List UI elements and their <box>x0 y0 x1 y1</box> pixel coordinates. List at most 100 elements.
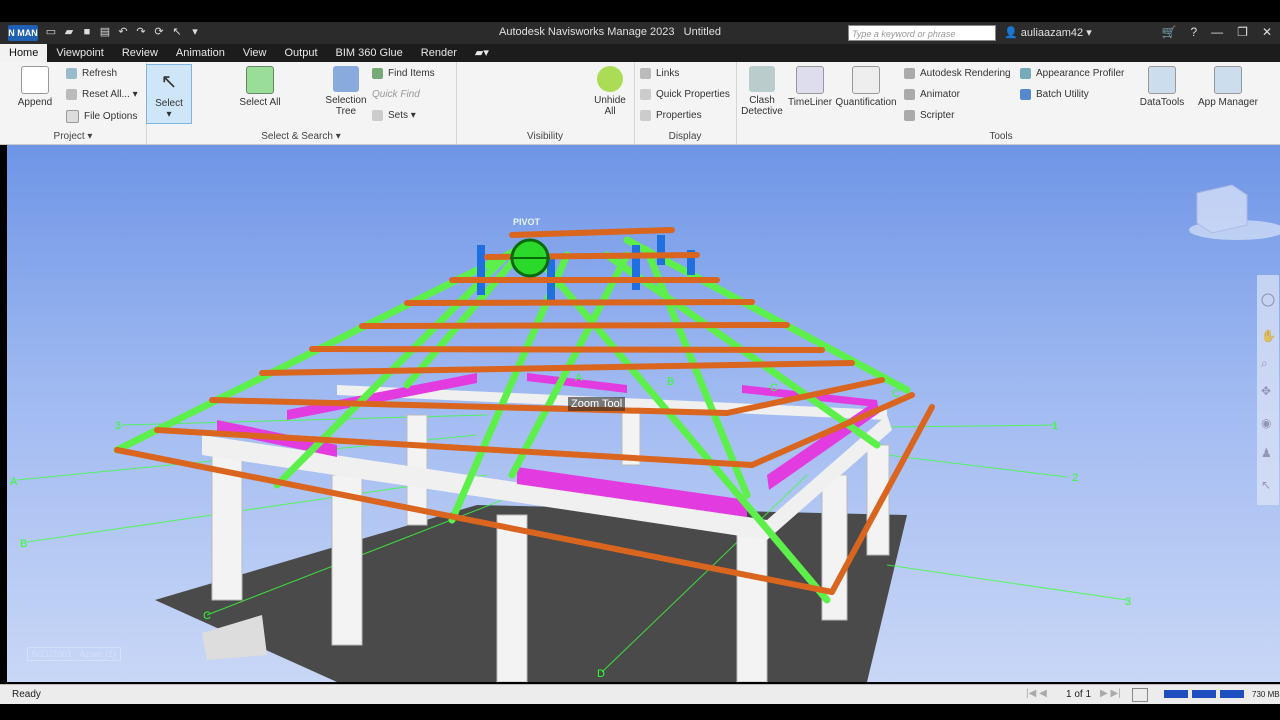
column <box>736 524 768 682</box>
group-select-search: ↖ Select ▾ Select All Selection Tree Find… <box>146 62 457 144</box>
datatools-icon <box>1148 66 1176 94</box>
svg-text:2: 2 <box>1072 472 1078 484</box>
unhide-all-button[interactable]: Unhide All <box>590 66 630 117</box>
tab-bim360[interactable]: BIM 360 Glue <box>327 44 412 62</box>
ribbon-tabs: Home Viewpoint Review Animation View Out… <box>0 44 1280 62</box>
app-manager-button[interactable]: App Manager <box>1194 66 1262 108</box>
walk-icon[interactable]: ♟ <box>1261 446 1272 460</box>
svg-text:A: A <box>10 476 18 488</box>
appearance-profiler-button[interactable]: Appearance Profiler <box>1020 68 1124 79</box>
model-scene: PIVOT 1 2 3 3 A B C D A B C C ✋ ⌕ ✥ ◉ ♟ … <box>10 184 1280 682</box>
select-cursor-big-icon: ↖ <box>160 71 178 93</box>
status-bar: Ready |◀ ◀ 1 of 1 ▶ ▶| 730 MB <box>0 684 1280 705</box>
screen-bottom-bar <box>0 704 1280 720</box>
open-icon[interactable]: ▰ <box>62 25 76 39</box>
undo-icon[interactable]: ↶ <box>116 25 130 39</box>
svg-text:3: 3 <box>115 420 121 432</box>
select-cursor-icon[interactable]: ↖ <box>170 25 184 39</box>
sheet-browser-icon[interactable] <box>1132 688 1148 702</box>
find-items-icon <box>372 68 383 79</box>
reset-all-button[interactable]: Reset All... ▾ <box>66 89 138 100</box>
user-icon: 👤 <box>1004 27 1018 39</box>
new-icon[interactable]: ▭ <box>44 25 58 39</box>
dropdown-icon[interactable]: ▾ <box>188 25 202 39</box>
column <box>866 444 890 556</box>
group-label-visibility: Visibility <box>527 131 563 142</box>
autodesk-rendering-button[interactable]: Autodesk Rendering <box>904 68 1011 79</box>
scripter-button[interactable]: Scripter <box>904 110 954 121</box>
first-page-icon[interactable]: |◀ ◀ <box>1026 688 1047 699</box>
datatools-button[interactable]: DataTools <box>1138 66 1186 108</box>
window-title: Autodesk Navisworks Manage 2023 Untitled <box>499 26 721 38</box>
print-icon[interactable]: ▤ <box>98 25 112 39</box>
tab-viewpoint[interactable]: Viewpoint <box>47 44 113 62</box>
save-icon[interactable]: ■ <box>80 25 94 39</box>
group-tools: Clash Detective TimeLiner Quantification… <box>736 62 1266 144</box>
tab-render[interactable]: Render <box>412 44 466 62</box>
tab-review[interactable]: Review <box>113 44 167 62</box>
quick-properties-icon <box>640 89 651 100</box>
svg-text:C: C <box>892 388 900 400</box>
refresh-button[interactable]: Refresh <box>66 68 117 79</box>
batch-utility-icon <box>1020 89 1031 100</box>
redo-icon[interactable]: ↷ <box>134 25 148 39</box>
performance-web-icon <box>1220 690 1244 698</box>
navigation-bar: ✋ ⌕ ✥ ◉ ♟ ↖ <box>1257 275 1279 505</box>
help-icon[interactable]: ? <box>1190 25 1197 39</box>
next-page-icon[interactable]: ▶ ▶| <box>1100 688 1121 699</box>
quantification-button[interactable]: Quantification <box>834 66 898 108</box>
app-logo[interactable]: N MAN <box>8 25 38 41</box>
performance-pencil-icon <box>1164 690 1188 698</box>
find-items-button[interactable]: Find Items <box>372 68 435 79</box>
camera-icon[interactable]: ▰▾ <box>466 44 498 62</box>
quick-find-input[interactable]: Quick Find <box>372 89 420 100</box>
watermark-label: 5/21/2001 · Azam (1) <box>27 647 122 661</box>
group-label-display: Display <box>668 131 702 142</box>
look-icon[interactable]: ◉ <box>1261 416 1271 430</box>
tab-home[interactable]: Home <box>0 44 48 62</box>
tab-view[interactable]: View <box>234 44 276 62</box>
refresh-icon[interactable]: ⟳ <box>152 25 166 39</box>
svg-text:D: D <box>597 668 605 680</box>
clash-detective-button[interactable]: Clash Detective <box>738 66 786 117</box>
animator-button[interactable]: Animator <box>904 89 960 100</box>
close-icon[interactable]: ✕ <box>1262 25 1272 39</box>
pan-icon[interactable]: ✋ <box>1261 329 1276 343</box>
view-cube[interactable] <box>1189 184 1280 240</box>
title-bar: N MAN ▭ ▰ ■ ▤ ↶ ↷ ⟳ ↖ ▾ Autodesk Naviswo… <box>0 22 1280 44</box>
3d-viewport[interactable]: PIVOT 1 2 3 3 A B C D A B C C ✋ ⌕ ✥ ◉ ♟ … <box>7 145 1280 682</box>
select-tool-icon[interactable]: ↖ <box>1261 478 1271 492</box>
cart-icon[interactable]: 🛒 <box>1162 25 1177 39</box>
timeliner-button[interactable]: TimeLiner <box>786 66 834 108</box>
svg-text:3: 3 <box>1125 596 1131 608</box>
user-account[interactable]: 👤 auliaazam42 ▾ <box>1004 26 1092 39</box>
group-label-project[interactable]: Project ▾ <box>0 131 146 142</box>
links-button[interactable]: Links <box>640 68 679 79</box>
links-icon <box>640 68 651 79</box>
svg-text:1: 1 <box>1052 420 1058 432</box>
file-options-button[interactable]: File Options <box>66 110 137 123</box>
select-button[interactable]: ↖ Select ▾ <box>146 64 192 124</box>
tab-animation[interactable]: Animation <box>167 44 234 62</box>
minimize-icon[interactable]: — <box>1211 25 1223 39</box>
timeliner-icon <box>796 66 824 94</box>
search-input[interactable]: Type a keyword or phrase <box>848 25 996 41</box>
select-all-icon <box>246 66 274 94</box>
restore-icon[interactable]: ❐ <box>1237 25 1248 39</box>
group-label-select-search[interactable]: Select & Search ▾ <box>146 131 456 142</box>
orbit-icon[interactable]: ✥ <box>1261 384 1271 398</box>
clash-detective-icon <box>749 66 775 92</box>
sets-dropdown[interactable]: Sets ▾ <box>372 110 416 121</box>
svg-text:C: C <box>770 382 778 394</box>
select-all-button[interactable]: Select All <box>238 66 282 108</box>
batch-utility-button[interactable]: Batch Utility <box>1020 89 1089 100</box>
tab-output[interactable]: Output <box>276 44 327 62</box>
quick-properties-button[interactable]: Quick Properties <box>640 89 730 100</box>
quick-access-toolbar: ▭ ▰ ■ ▤ ↶ ↷ ⟳ ↖ ▾ <box>44 25 202 39</box>
selection-tree-icon <box>333 66 359 92</box>
selection-tree-button[interactable]: Selection Tree <box>322 66 370 117</box>
properties-button[interactable]: Properties <box>640 110 702 121</box>
group-display: Links Quick Properties Properties Displa… <box>634 62 737 144</box>
append-button[interactable]: Append <box>14 66 56 108</box>
zoom-icon[interactable]: ⌕ <box>1261 356 1268 370</box>
